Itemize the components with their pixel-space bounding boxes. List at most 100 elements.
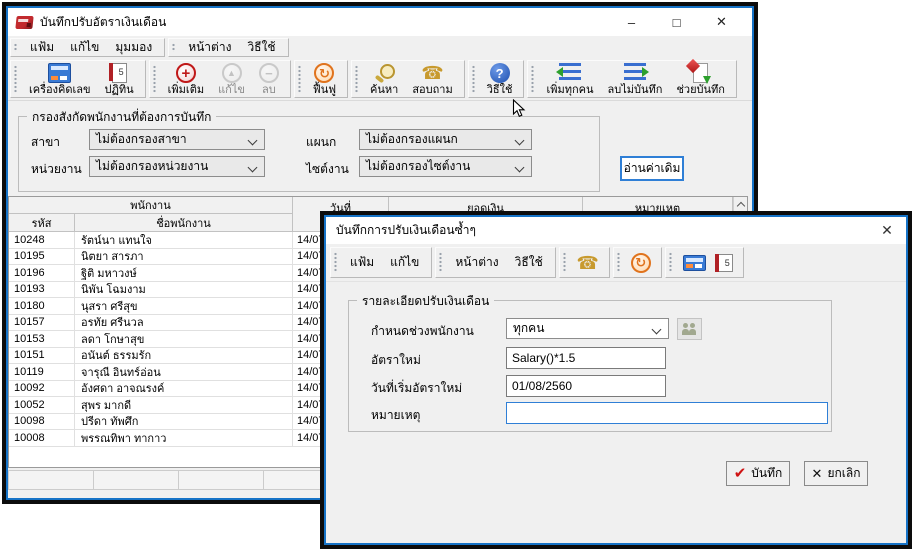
inquire-button[interactable] [571,253,605,273]
toolbar-button[interactable]: ลบไม่บันทึก [601,61,670,97]
col-header-code: รหัส [9,214,75,232]
toolbar-button[interactable]: วิธีใช้ [480,61,520,97]
toolbar-button[interactable]: ช่วยบันทึก [669,61,732,97]
menu-item[interactable]: แก้ไข [382,251,427,274]
x-icon: ✕ [812,467,823,480]
unit-label: หน่วยงาน [31,160,82,179]
drag-handle[interactable] [298,65,301,93]
assistsave-icon [693,63,708,83]
refresh-icon [631,253,651,273]
toolbar-button[interactable]: เพิ่มทุกคน [539,61,600,97]
addall-icon [559,63,581,83]
menu-item[interactable]: แก้ไข [62,36,107,59]
toolbar-button[interactable]: ฟื้นฟู [306,61,343,97]
window-controls: – □ ✕ [609,10,744,34]
unit-select[interactable]: ไม่ต้องกรองหน่วยงาน [89,156,265,177]
menu-item[interactable]: วิธีใช้ [507,251,551,274]
menu-item[interactable]: แฟ้ม [342,251,382,274]
drag-handle[interactable] [531,65,534,93]
adjust-details-groupbox: รายละเอียดปรับเงินเดือน กำหนดช่วงพนักงาน… [348,300,832,432]
dept-label: แผนก [306,133,336,152]
start-date-input[interactable] [506,375,666,397]
menu-item[interactable]: วิธีใช้ [239,36,283,59]
drag-handle[interactable] [14,43,17,52]
maximize-button[interactable]: □ [654,10,699,34]
employee-range-select[interactable]: ทุกคน [506,318,669,339]
toolbar-group-help: วิธีใช้ [468,60,525,98]
drag-handle[interactable] [355,65,358,93]
branch-label: สาขา [31,133,60,152]
toolbar: เครื่องคิดเลข ปฏิทิน [8,58,752,101]
toolbar-button[interactable]: ค้นหา [363,61,405,97]
dialog-menu-group-file: แฟ้มแก้ไข [330,247,432,278]
drag-handle[interactable] [172,43,175,52]
delete-icon [259,63,279,83]
toolbar-button[interactable]: เครื่องคิดเลข [22,61,98,97]
toolbar-group-search: ค้นหา สอบถาม [351,60,465,98]
toolbar-button[interactable]: เพิ่มเติม [161,61,211,97]
toolbar-group-edit: เพิ่มเติม แก้ไข ลบ [149,60,291,98]
close-button[interactable]: ✕ [699,10,744,34]
drag-handle[interactable] [14,65,17,93]
toolbar-group-batch: เพิ่มทุกคน ลบไม่บันทึก ช่วยบันทึก [527,60,737,98]
drag-handle[interactable] [617,252,620,273]
dialog-toolbar-group-refresh [613,247,662,278]
toolbar-button[interactable]: ลบ [252,61,286,97]
title-bar: บันทึกปรับอัตราเงินเดือน – □ ✕ [8,8,752,36]
chevron-down-icon [248,136,258,146]
select-employees-button[interactable] [677,318,702,340]
read-original-button[interactable]: อ่านค่าเดิม [620,156,684,181]
dialog-inner: บันทึกการปรับเงินเดือนซ้ำๆ ✕ แฟ้มแก้ไข ห… [324,215,908,545]
menu-item[interactable]: หน้าต่าง [180,36,239,59]
minimize-button[interactable]: – [609,10,654,34]
toolbar-button[interactable]: แก้ไข [211,61,252,97]
menu-item[interactable]: มุมมอง [107,36,160,59]
new-rate-input[interactable] [506,347,666,369]
check-icon: ✔ [734,466,747,481]
menu-item[interactable]: แฟ้ม [22,36,62,59]
branch-select[interactable]: ไม่ต้องกรองสาขา [89,129,265,150]
save-button[interactable]: ✔ บันทึก [726,461,790,486]
chevron-down-icon [248,163,258,173]
col-header-name: ชื่อพนักงาน [75,214,293,232]
salary-adjust-dialog: บันทึกการปรับเงินเดือนซ้ำๆ ✕ แฟ้มแก้ไข ห… [320,211,912,549]
calculator-button[interactable] [677,255,712,271]
search-icon [374,63,394,83]
adjust-details-title: รายละเอียดปรับเงินเดือน [357,292,494,311]
chevron-up-icon [736,202,744,210]
toolbar-button[interactable]: สอบถาม [405,61,459,97]
dialog-toolbar: แฟ้มแก้ไข หน้าต่างวิธีใช้ [326,244,906,282]
dialog-close-button[interactable]: ✕ [872,220,902,242]
dept-select[interactable]: ไม่ต้องกรองแผนก [359,129,532,150]
filter-title: กรองสังกัดพนักงานที่ต้องการบันทึก [27,108,216,127]
calendar-button[interactable] [712,254,739,272]
menu-items: แฟ้มแก้ไขมุมมอง [22,36,160,59]
phone-icon [422,63,444,83]
calculator-icon [683,255,706,271]
calendar-icon [112,63,127,83]
drag-handle[interactable] [153,65,156,93]
scroll-up-button[interactable] [734,197,747,212]
dialog-toolbar-group-tools [665,247,744,278]
chevron-down-icon [515,163,525,173]
note-input[interactable] [506,402,828,424]
drag-handle[interactable] [439,252,442,273]
drag-handle[interactable] [669,252,672,273]
filter-groupbox: กรองสังกัดพนักงานที่ต้องการบันทึก สาขา ไ… [18,116,600,192]
drag-handle[interactable] [334,252,337,273]
app-icon [15,16,33,29]
add-icon [176,63,196,83]
toolbar-button[interactable]: ปฏิทิน [98,61,141,97]
site-select[interactable]: ไม่ต้องกรองไซต์งาน [359,156,532,177]
menu-item[interactable]: หน้าต่าง [447,251,506,274]
note-label: หมายเหตุ [371,406,420,425]
drag-handle[interactable] [472,65,475,93]
calculator-icon [48,63,71,83]
refresh-button[interactable] [625,253,657,273]
drag-handle[interactable] [563,252,566,273]
refresh-icon [314,63,334,83]
mouse-cursor [512,99,526,119]
cancel-button[interactable]: ✕ ยกเลิก [804,461,868,486]
dialog-menu-group-window: หน้าต่างวิธีใช้ [435,247,555,278]
col-header-employee: พนักงาน [9,197,293,214]
